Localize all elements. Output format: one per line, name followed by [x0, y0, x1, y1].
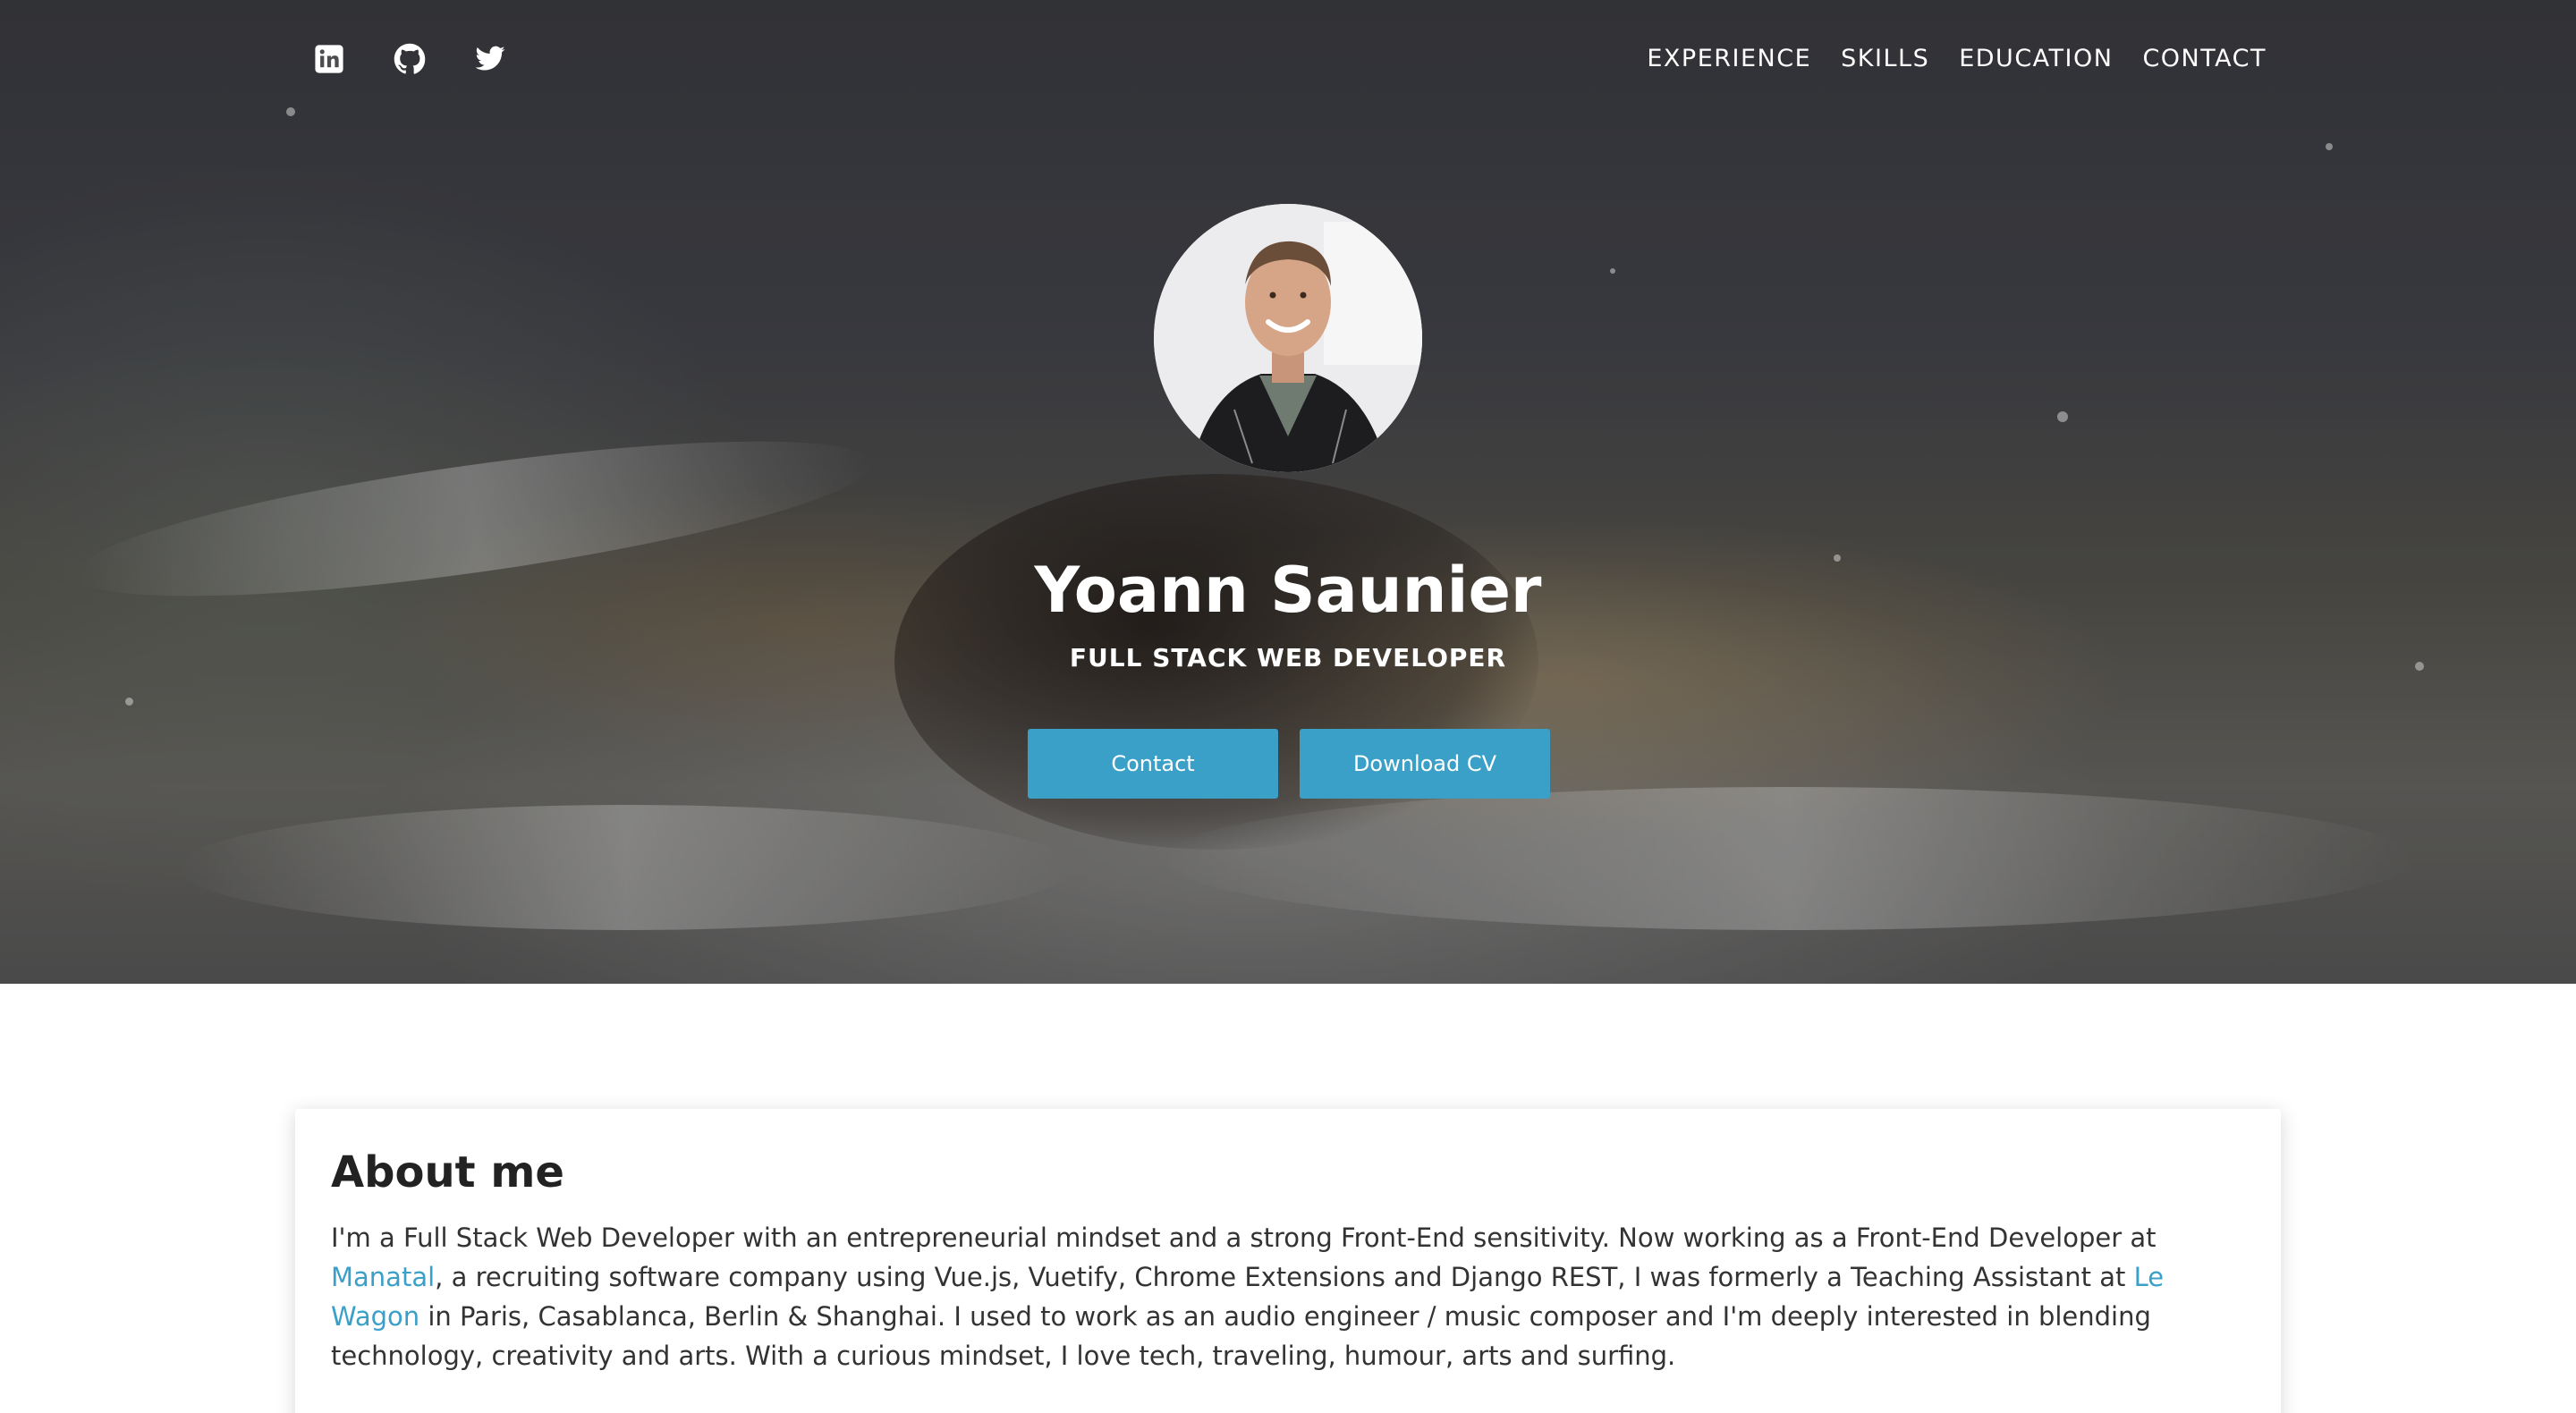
linkedin-icon[interactable] — [311, 41, 347, 77]
about-text-part: , a recruiting software company using Vu… — [435, 1262, 2134, 1292]
avatar-portrait — [1154, 204, 1422, 472]
nav-item-contact[interactable]: CONTACT — [2142, 43, 2267, 75]
twitter-icon[interactable] — [472, 41, 508, 77]
hero-overlay — [0, 0, 2576, 984]
main-nav: EXPERIENCE SKILLS EDUCATION CONTACT — [1647, 43, 2267, 75]
hero-section: EXPERIENCE SKILLS EDUCATION CONTACT Yoan… — [0, 0, 2576, 984]
manatal-link[interactable]: Manatal — [331, 1262, 435, 1292]
about-card: About me I'm a Full Stack Web Developer … — [295, 1109, 2281, 1413]
avatar — [1154, 204, 1422, 472]
nav-item-skills[interactable]: SKILLS — [1841, 43, 1929, 75]
nav-item-education[interactable]: EDUCATION — [1959, 43, 2113, 75]
hero-name: Yoann Saunier — [1034, 554, 1542, 627]
contact-button[interactable]: Contact — [1028, 729, 1278, 799]
about-text-part: I'm a Full Stack Web Developer with an e… — [331, 1223, 2157, 1253]
about-text: I'm a Full Stack Web Developer with an e… — [331, 1218, 2245, 1375]
hero-title: FULL STACK WEB DEVELOPER — [1069, 643, 1507, 673]
download-cv-button[interactable]: Download CV — [1300, 729, 1550, 799]
about-heading: About me — [331, 1147, 564, 1197]
social-links — [311, 41, 508, 77]
nav-item-experience[interactable]: EXPERIENCE — [1647, 43, 1811, 75]
about-text-part: in Paris, Casablanca, Berlin & Shanghai.… — [331, 1301, 2151, 1371]
github-icon[interactable] — [392, 41, 428, 77]
